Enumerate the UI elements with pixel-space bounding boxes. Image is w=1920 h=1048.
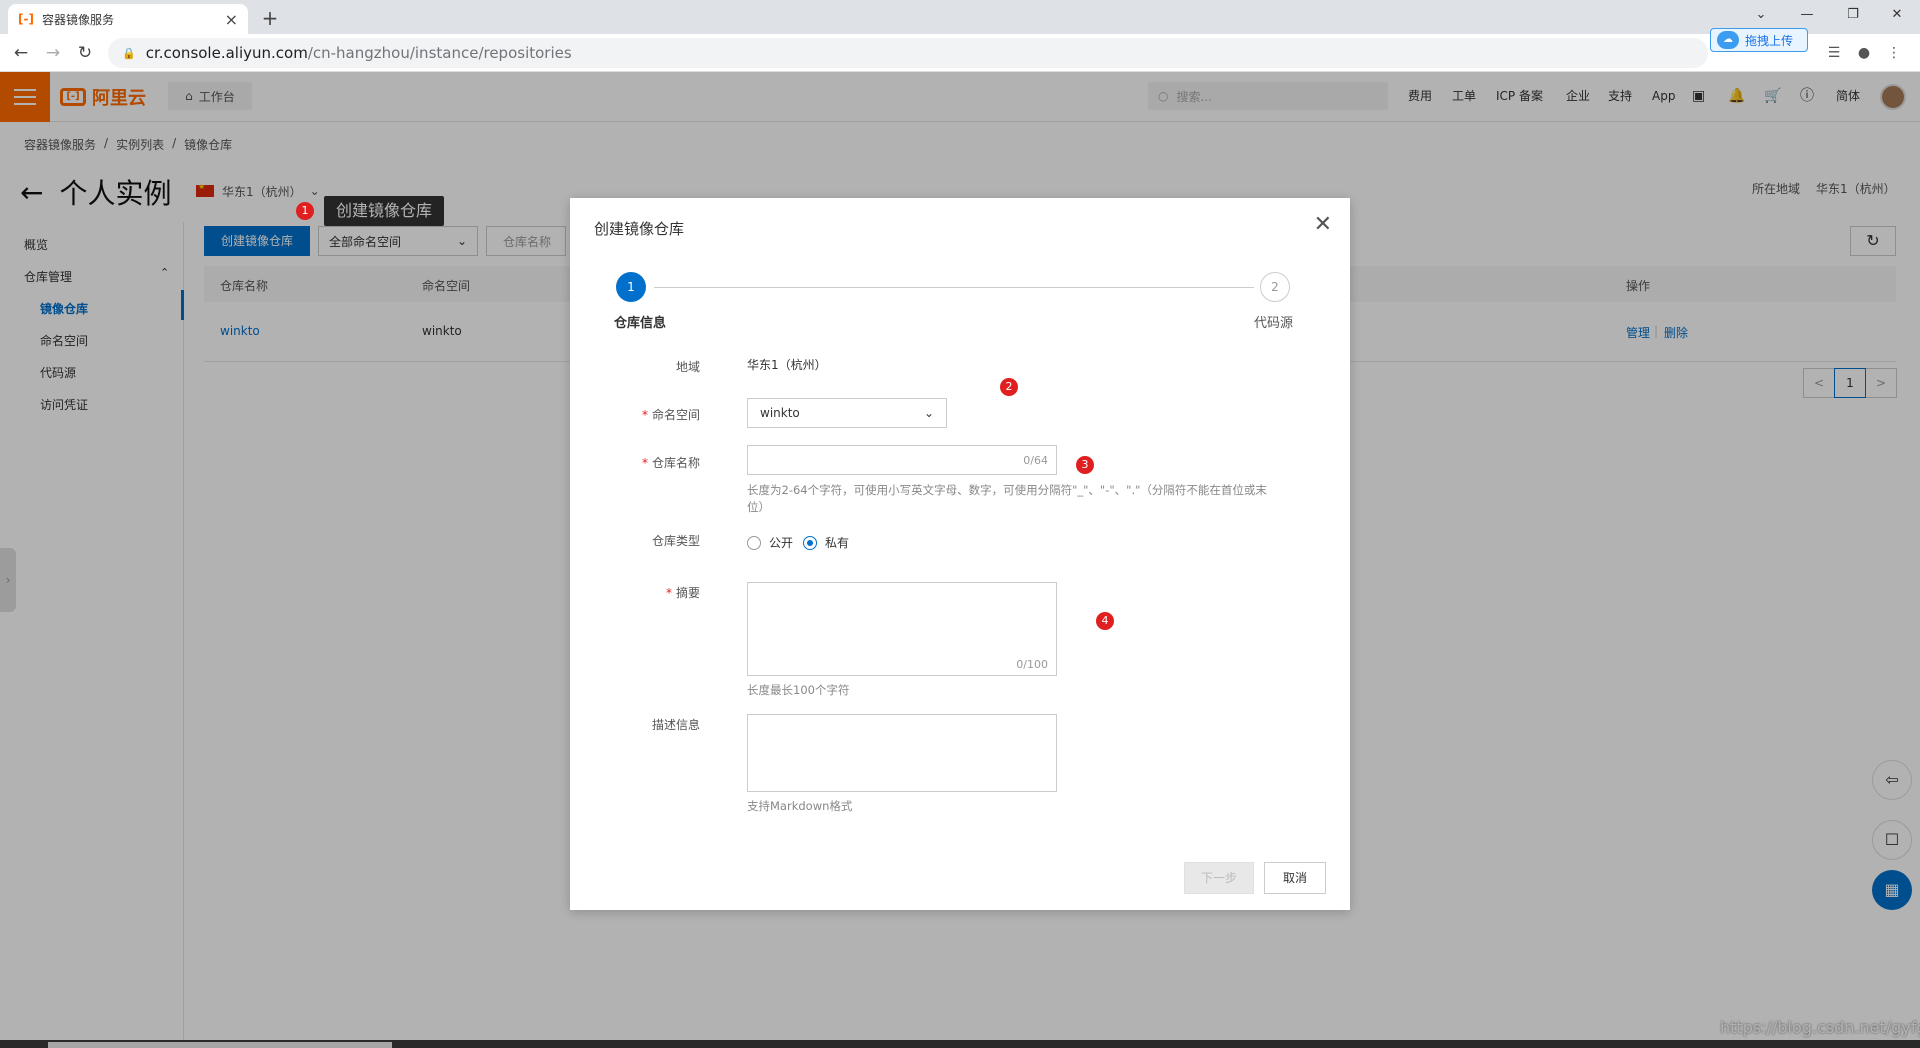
repo-type-label: 仓库类型 (570, 532, 700, 549)
step-connector (654, 287, 1254, 288)
reading-list-icon[interactable]: ☰ (1822, 40, 1846, 66)
browser-tab-bar (0, 0, 1920, 34)
close-icon[interactable]: ✕ (1314, 212, 1332, 237)
desc-label-text: 描述信息 (651, 718, 700, 732)
desc-label: 描述信息 (570, 716, 700, 733)
maximize-icon[interactable]: ❐ (1830, 0, 1876, 30)
required-mark: * (665, 586, 672, 600)
namespace-label-text: 命名空间 (651, 408, 700, 422)
next-step-button[interactable]: 下一步 (1184, 862, 1254, 894)
aliyun-favicon-icon: [-] (18, 12, 34, 26)
repo-name-help: 长度为2-64个字符，可使用小写英文字母、数字，可使用分隔符"_"、"-"、".… (747, 483, 1267, 514)
repo-name-input[interactable]: 0/64 (747, 445, 1057, 475)
reload-icon[interactable]: ↻ (72, 40, 98, 66)
browser-tab[interactable]: [-] 容器镜像服务 × (8, 4, 248, 34)
chevron-down-icon: ⌄ (923, 406, 934, 420)
minimize-icon[interactable]: — (1784, 0, 1830, 30)
url-path: /cn-hangzhou/instance/repositories (307, 44, 572, 62)
annotation-marker-2: 2 (1000, 378, 1018, 396)
new-tab-icon[interactable]: + (256, 5, 284, 31)
namespace-select[interactable]: winkto ⌄ (747, 398, 947, 428)
step-2-label: 代码源 (1254, 316, 1294, 331)
description-textarea[interactable] (747, 714, 1057, 792)
step-1-label: 仓库信息 (614, 316, 667, 331)
summary-label-text: 摘要 (675, 586, 700, 600)
cancel-button[interactable]: 取消 (1264, 862, 1326, 894)
repo-name-counter: 0/64 (1023, 453, 1048, 467)
region-label-text: 地域 (675, 360, 700, 374)
repo-name-label: * 仓库名称 (570, 454, 700, 471)
required-mark: * (641, 408, 648, 422)
profile-dropdown-icon[interactable]: ⌄ (1738, 0, 1784, 30)
summary-textarea[interactable]: 0/100 (747, 582, 1057, 676)
cloud-icon: ☁ (1717, 31, 1739, 49)
back-icon[interactable]: ← (8, 40, 34, 66)
lock-icon: 🔒 (122, 46, 136, 60)
radio-private-label: 私有 (825, 536, 850, 550)
window-close-icon[interactable]: ✕ (1874, 0, 1920, 30)
tab-title: 容器镜像服务 (41, 12, 114, 27)
namespace-select-value: winkto (760, 406, 800, 420)
create-repo-dialog: 创建镜像仓库 ✕ 1 2 仓库信息 代码源 地域 华东1（杭州） * 命名空间 w… (570, 198, 1350, 910)
dialog-title: 创建镜像仓库 (594, 220, 685, 238)
description-help: 支持Markdown格式 (747, 799, 853, 813)
radio-public-dot[interactable] (747, 535, 761, 550)
annotation-marker-3: 3 (1076, 456, 1094, 474)
url-input[interactable]: 🔒 cr.console.aliyun.com /cn-hangzhou/ins… (108, 38, 1708, 68)
repo-type-label-text: 仓库类型 (651, 534, 700, 548)
radio-private-dot[interactable] (803, 535, 817, 550)
namespace-label: * 命名空间 (570, 406, 700, 423)
repo-name-label-text: 仓库名称 (651, 456, 700, 470)
url-host: cr.console.aliyun.com (145, 44, 308, 62)
region-value: 华东1（杭州） (747, 358, 827, 372)
radio-public-label: 公开 (769, 536, 794, 550)
annotation-marker-1: 1 (296, 202, 314, 220)
step-2-circle: 2 (1260, 272, 1290, 302)
step-1-circle: 1 (616, 272, 646, 302)
browser-menu-icon[interactable]: ⋮ (1882, 40, 1906, 66)
account-icon[interactable]: ● (1852, 40, 1876, 66)
drag-upload-extension[interactable]: ☁ 拖拽上传 (1710, 28, 1808, 52)
summary-label: * 摘要 (570, 584, 700, 601)
summary-help: 长度最长100个字符 (747, 683, 850, 697)
region-label: 地域 (570, 358, 700, 375)
required-mark: * (641, 456, 648, 470)
annotation-marker-4: 4 (1096, 612, 1114, 630)
forward-icon[interactable]: → (40, 40, 66, 66)
tab-close-icon[interactable]: × (225, 10, 238, 29)
radio-private[interactable]: 私有 (803, 534, 849, 551)
summary-counter: 0/100 (1016, 658, 1048, 671)
drag-upload-label: 拖拽上传 (1745, 33, 1794, 48)
radio-public[interactable]: 公开 (747, 534, 793, 551)
